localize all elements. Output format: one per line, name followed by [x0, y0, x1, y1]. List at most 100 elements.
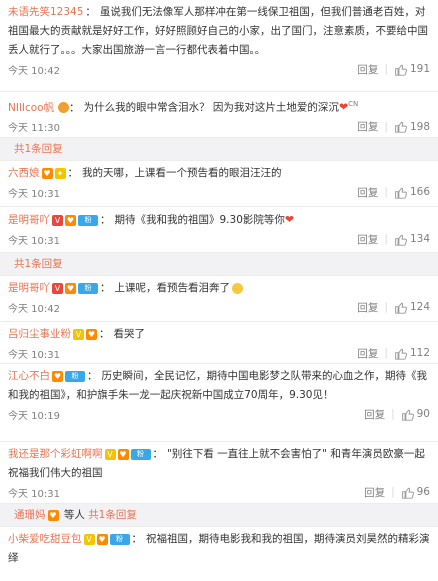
verified-badge-icon: V: [52, 214, 63, 226]
member-badge-icon: V: [73, 328, 84, 340]
reply-button[interactable]: 回复: [357, 232, 378, 247]
reply-preview-username[interactable]: 通珊妈: [14, 509, 46, 521]
vip-badge-icon: ♥: [47, 509, 59, 521]
like-count: 166: [409, 186, 430, 198]
like-count: 191: [409, 63, 430, 75]
like-count: 134: [409, 233, 430, 245]
view-replies-link[interactable]: 共1条回复: [0, 253, 438, 276]
like-count: 112: [409, 347, 430, 359]
comment-username[interactable]: 六西娘: [8, 167, 40, 179]
comment-time: 今天 10:42: [8, 303, 60, 315]
vip-badge-icon: ♥: [65, 282, 76, 294]
comment-username[interactable]: 是明哥吖: [8, 282, 50, 294]
comment-time: 今天 10:31: [8, 235, 60, 247]
view-replies-link[interactable]: 共1条回复: [0, 138, 438, 161]
comment-meta: 今天 10:42 回复 | 191: [8, 60, 430, 78]
comment-time: 今天 10:31: [8, 349, 60, 361]
vip-badge-icon: ♥: [52, 370, 63, 382]
comment-meta: 今天 10:31 回复 | 96: [8, 483, 430, 501]
comment-meta: 今天 10:31 回复 | 112: [8, 344, 430, 362]
thumbs-up-icon: [395, 348, 407, 360]
comment-time: 今天 10:31: [8, 488, 60, 500]
like-button[interactable]: 90: [401, 408, 430, 421]
comment-item: 是明哥吖 V ♥ 粉：上课呢，看预告看泪奔了 今天 10:42 回复 | 124: [0, 276, 438, 322]
thumbs-up-icon: [395, 121, 407, 133]
comment-username[interactable]: 我还是那个彩虹啊啊: [8, 448, 103, 460]
comment-username[interactable]: 吕归尘事业粉: [8, 328, 71, 340]
comment-text: 为什么我的眼中常含泪水？ 因为我对这片土地爱的深沉: [83, 101, 339, 114]
action-divider: |: [391, 408, 395, 420]
like-button[interactable]: 96: [401, 486, 430, 499]
like-button[interactable]: 198: [394, 120, 430, 133]
comment-item: 我还是那个彩虹啊啊 V ♥ 粉： "别往下看 一直往上就不会害怕了" 和青年演员欧豪一起…: [0, 442, 438, 504]
comment-time: 今天 11:30: [8, 123, 60, 134]
like-button[interactable]: 134: [394, 233, 430, 246]
like-button[interactable]: 112: [394, 347, 430, 360]
view-replies-link[interactable]: 通珊妈 ♥ 等人 共1条回复: [0, 504, 438, 527]
verified-badge-icon: V: [52, 282, 63, 294]
action-divider: |: [384, 233, 388, 245]
comment-item: 六西娘 ♥ ✦：我的天哪，上课看一个预告看的眼泪汪汪的 今天 10:31 回复 | …: [0, 161, 438, 207]
like-button[interactable]: 191: [394, 63, 430, 76]
comment-meta: 今天 10:31 回复 | 134: [8, 230, 430, 248]
comment-username[interactable]: 江心不白: [8, 370, 50, 382]
fan-badge-icon: 粉: [130, 448, 151, 460]
action-divider: |: [384, 301, 388, 313]
comment-meta: 今天 10:31 回复 | 166: [8, 183, 430, 201]
like-count: 96: [416, 486, 430, 498]
thumbs-up-icon: [401, 409, 414, 421]
comment-username[interactable]: 未语先笑12345: [8, 6, 83, 18]
fan-badge-icon: 粉: [78, 282, 98, 294]
comment-item: 江心不白 ♥ 粉：历史瞬间，全民记忆，期待中国电影梦之队带来的心血之作，期待《我和我…: [0, 364, 438, 442]
face-emoji-icon: [58, 102, 70, 113]
comment-text: 看哭了: [113, 328, 146, 340]
reply-button[interactable]: 回复: [364, 485, 385, 500]
comment-item: NIlIcoo帆：为什么我的眼中常含泪水？ 因为我对这片土地爱的深沉❤CN 今天…: [0, 92, 438, 138]
action-divider: |: [384, 63, 388, 75]
heart-icon: ❤: [284, 213, 295, 226]
like-count: 198: [409, 120, 430, 133]
thumbs-up-icon: [395, 234, 407, 246]
member-badge-icon: V: [83, 533, 95, 545]
thumbs-up-icon: [401, 487, 414, 499]
comment-time: 今天 10:42: [8, 65, 60, 77]
reply-button[interactable]: 回复: [357, 346, 378, 361]
reply-button[interactable]: 回复: [357, 300, 378, 315]
fan-badge-icon: 粉: [78, 214, 98, 226]
action-divider: |: [384, 120, 388, 133]
reply-button[interactable]: 回复: [357, 119, 378, 134]
comment-time: 今天 10:31: [8, 188, 60, 200]
comment-feed: 未语先笑12345：虽说我们无法像军人那样冲在第一线保卫祖国，但我们普通老百姓，…: [0, 0, 438, 577]
fan-badge-icon: 粉: [65, 370, 85, 382]
comment-text: 期待《我和我的祖国》9.30影院等你: [114, 214, 285, 226]
comment-username[interactable]: 是明哥吖: [8, 214, 50, 226]
comment-text: 我的天哪，上课看一个预告看的眼泪汪汪的: [82, 167, 282, 179]
comment-item: 吕归尘事业粉 V ♥：看哭了 今天 10:31 回复 | 112: [0, 322, 438, 364]
comment-username[interactable]: 小柴爱吃甜豆包: [8, 533, 82, 545]
reply-button[interactable]: 回复: [364, 407, 385, 422]
reply-button[interactable]: 回复: [357, 185, 378, 200]
fan-badge-icon: 粉: [109, 533, 130, 545]
comment-meta: 今天 10:19 回复 | 90: [8, 405, 430, 423]
vip-badge-icon: ♥: [86, 328, 97, 340]
heart-icon: ❤: [338, 100, 349, 114]
vip-badge-icon: ♥: [117, 448, 129, 460]
thumbs-up-icon: [395, 187, 407, 199]
comment-time: 今天 10:19: [8, 410, 60, 422]
reply-button[interactable]: 回复: [357, 62, 378, 77]
comment-item: 未语先笑12345：虽说我们无法像军人那样冲在第一线保卫祖国，但我们普通老百姓，…: [0, 0, 438, 92]
like-count: 90: [416, 408, 430, 420]
comment-item: 小柴爱吃甜豆包 V ♥ 粉：祝福祖国，期待电影我和我的祖国，期待演员刘昊然的精彩演绎: [8, 533, 430, 564]
comment-username[interactable]: NIlIcoo帆: [8, 102, 54, 114]
thumbs-up-icon: [395, 302, 407, 314]
like-button[interactable]: 124: [394, 301, 430, 314]
vip-badge-icon: ♥: [65, 214, 76, 226]
comment-text: 上课呢，看预告看泪奔了: [114, 282, 231, 294]
cn-label: CN: [348, 100, 359, 108]
vip-badge-icon: ♥: [41, 167, 53, 179]
comment-meta: 今天 10:42 回复 | 124: [8, 298, 430, 316]
member-badge-icon: V: [104, 448, 116, 460]
action-divider: |: [384, 186, 388, 198]
action-divider: |: [384, 347, 388, 359]
like-button[interactable]: 166: [394, 186, 430, 199]
